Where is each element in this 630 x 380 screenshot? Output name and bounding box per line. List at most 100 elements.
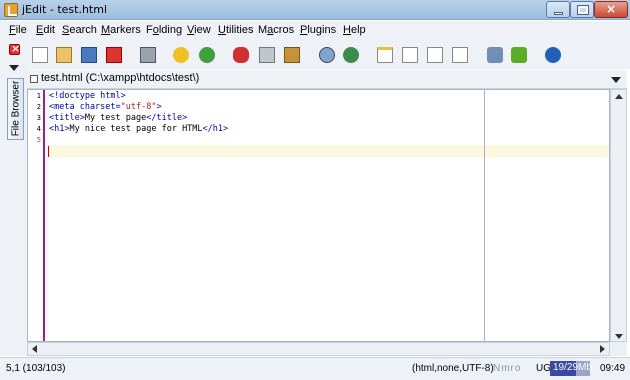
window-title: jEdit - test.html xyxy=(22,3,107,16)
split-vertical-button[interactable] xyxy=(424,44,446,66)
vertical-scrollbar[interactable] xyxy=(610,89,627,342)
buffer-switcher[interactable]: test.html (C:\xampp\htdocs\test\) xyxy=(27,70,627,89)
menu-utilities[interactable]: Utilities xyxy=(218,24,253,36)
markup-token: <title> xyxy=(49,113,85,123)
menu-view[interactable]: View xyxy=(187,24,211,36)
toolbar xyxy=(0,41,630,69)
line-number[interactable]: 3 xyxy=(37,114,41,122)
plugin-manager-button[interactable] xyxy=(508,44,530,66)
close-file-icon xyxy=(106,47,122,63)
new-view-button[interactable] xyxy=(374,44,396,66)
menu-help[interactable]: Help xyxy=(343,24,366,36)
current-line-highlight xyxy=(47,145,609,157)
copy-icon xyxy=(259,47,275,63)
find-icon xyxy=(319,47,335,63)
dock-collapse-icon[interactable] xyxy=(9,65,19,71)
menu-markers[interactable]: Markers xyxy=(101,24,141,36)
markup-token: <h1> xyxy=(49,124,70,134)
cut-icon xyxy=(233,47,249,63)
menu-plugins[interactable]: Plugins xyxy=(300,24,336,36)
status-flags[interactable]: Nmro xyxy=(493,363,521,374)
title-bar: jEdit - test.html × xyxy=(0,0,630,20)
unsplit-button[interactable] xyxy=(449,44,471,66)
code-line[interactable]: <meta charset="utf-8"> xyxy=(49,102,162,113)
buffer-dirty-checkbox xyxy=(30,75,38,83)
close-window-button[interactable]: × xyxy=(594,1,628,18)
menu-macros[interactable]: Macros xyxy=(258,24,294,36)
scroll-down-icon[interactable] xyxy=(615,334,623,339)
file-browser-tab[interactable]: File Browser xyxy=(7,78,24,140)
memory-status[interactable]: 19/29Mb xyxy=(550,361,592,376)
minimize-icon xyxy=(554,12,563,15)
minimize-button[interactable] xyxy=(546,1,570,18)
global-options-button[interactable] xyxy=(484,44,506,66)
menu-bar: File Edit Search Markers Folding View Utilitie… xyxy=(0,21,630,41)
close-file-button[interactable] xyxy=(103,44,125,66)
save-file-icon xyxy=(81,47,97,63)
markup-token: <!doctype html> xyxy=(49,91,126,101)
line-number[interactable]: 4 xyxy=(37,125,41,133)
open-file-icon xyxy=(56,47,72,63)
undo-icon xyxy=(173,47,189,63)
help-button[interactable] xyxy=(542,44,564,66)
find-replace-button[interactable] xyxy=(340,44,362,66)
save-file-button[interactable] xyxy=(78,44,100,66)
split-vertical-icon xyxy=(427,47,443,63)
find-button[interactable] xyxy=(316,44,338,66)
line-number[interactable]: 5 xyxy=(37,136,41,144)
paste-button[interactable] xyxy=(281,44,303,66)
buffer-name: test.html (C:\xampp\htdocs\test\) xyxy=(41,72,200,84)
menu-folding[interactable]: Folding xyxy=(146,24,182,36)
plugin-manager-icon xyxy=(511,47,527,63)
markup-token: </h1> xyxy=(202,124,229,134)
wrap-guide xyxy=(484,90,485,341)
open-file-button[interactable] xyxy=(53,44,75,66)
encoding-indicator[interactable]: UG xyxy=(536,363,551,374)
jedit-app-icon xyxy=(4,3,18,17)
split-horizontal-button[interactable] xyxy=(399,44,421,66)
redo-button[interactable] xyxy=(196,44,218,66)
caret xyxy=(48,146,49,157)
scroll-left-icon[interactable] xyxy=(32,345,37,353)
text-token: My nice test page for HTML xyxy=(69,124,203,134)
scroll-up-icon[interactable] xyxy=(615,94,623,99)
line-number[interactable]: 1 xyxy=(37,92,41,100)
new-file-icon xyxy=(32,47,48,63)
help-icon xyxy=(545,47,561,63)
print-button[interactable] xyxy=(137,44,159,66)
code-line[interactable]: <title>My test page</title> xyxy=(49,113,187,124)
memory-status-label: 19/29Mb xyxy=(553,362,592,373)
find-replace-icon xyxy=(343,47,359,63)
scroll-right-icon[interactable] xyxy=(600,345,605,353)
copy-button[interactable] xyxy=(256,44,278,66)
split-horizontal-icon xyxy=(402,47,418,63)
undo-button[interactable] xyxy=(170,44,192,66)
text-area[interactable]: 1 2 3 4 5 <!doctype html> <meta charset="utf-… xyxy=(27,89,610,342)
maximize-icon xyxy=(577,5,589,15)
new-file-button[interactable] xyxy=(29,44,51,66)
paste-icon xyxy=(284,47,300,63)
maximize-button[interactable] xyxy=(570,1,594,18)
chevron-down-icon[interactable] xyxy=(611,77,621,83)
buffer-mode[interactable]: (html,none,UTF-8) xyxy=(412,363,494,374)
text-token: My test page xyxy=(84,113,147,123)
close-buffer-icon[interactable] xyxy=(9,42,20,55)
global-options-icon xyxy=(487,47,503,63)
menu-edit[interactable]: Edit xyxy=(36,24,55,36)
horizontal-scrollbar[interactable] xyxy=(27,342,610,356)
code-line[interactable]: <h1>My nice test page for HTML</h1> xyxy=(49,124,228,135)
markup-token: > xyxy=(156,102,162,112)
menu-file[interactable]: File xyxy=(9,24,27,36)
code-line[interactable]: <!doctype html> xyxy=(49,91,126,102)
string-token: "utf-8" xyxy=(120,102,157,112)
cut-button[interactable] xyxy=(230,44,252,66)
redo-icon xyxy=(199,47,215,63)
caret-position[interactable]: 5,1 (103/103) xyxy=(6,363,66,374)
new-view-icon xyxy=(377,47,393,63)
line-number[interactable]: 2 xyxy=(37,103,41,111)
gutter[interactable]: 1 2 3 4 5 xyxy=(28,90,45,341)
print-icon xyxy=(140,47,156,63)
markup-token: <meta charset= xyxy=(49,102,121,112)
menu-search[interactable]: Search xyxy=(62,24,97,36)
clock: 09:49 xyxy=(600,363,626,374)
